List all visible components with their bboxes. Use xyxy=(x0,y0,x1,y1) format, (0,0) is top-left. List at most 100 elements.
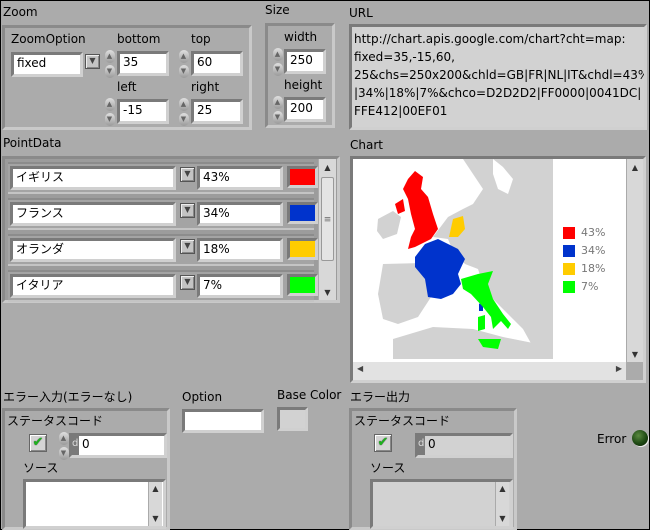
width-spinner[interactable]: ▲ ▼ xyxy=(272,48,283,76)
point-data-row: イギリス ▼ 43% xyxy=(8,162,318,194)
error-out-code-display: d 0 xyxy=(415,433,513,458)
increment-icon[interactable]: ▲ xyxy=(272,96,283,109)
scroll-corner xyxy=(626,362,643,380)
scroll-down-icon[interactable]: ▼ xyxy=(149,512,162,526)
increment-icon[interactable]: ▲ xyxy=(178,98,189,111)
top-input[interactable]: 60 xyxy=(191,51,243,76)
increment-icon[interactable]: ▲ xyxy=(58,432,69,445)
error-in-code-spinner[interactable]: ▲ ▼ xyxy=(58,432,69,460)
radix-prefix: d xyxy=(72,436,79,455)
increment-icon[interactable]: ▲ xyxy=(104,50,115,63)
legend-label: 34% xyxy=(581,244,606,257)
zoom-cluster-label: Zoom xyxy=(3,5,38,19)
point-data-label: PointData xyxy=(3,136,62,150)
left-spinner[interactable]: ▲ ▼ xyxy=(104,98,115,126)
right-input[interactable]: 25 xyxy=(191,99,243,124)
size-cluster-label: Size xyxy=(265,3,290,17)
option-input[interactable] xyxy=(182,409,264,433)
value-input[interactable]: 43% xyxy=(197,166,283,190)
error-out-status-indicator: ✔ xyxy=(374,434,392,452)
size-cluster: width ▲ ▼ 250 height ▲ ▼ 200 xyxy=(265,23,335,128)
point-data-scrollbar[interactable]: ▲ ≡ ▼ xyxy=(318,159,336,300)
base-color-picker[interactable] xyxy=(277,407,308,431)
decrement-icon[interactable]: ▼ xyxy=(58,447,69,460)
scroll-thumb[interactable]: ≡ xyxy=(321,177,334,261)
scroll-right-icon[interactable]: ▶ xyxy=(616,364,622,373)
error-in-source-textarea[interactable]: ▲ ▼ xyxy=(23,479,166,529)
checkmark-icon: ✔ xyxy=(32,435,44,450)
top-spinner[interactable]: ▲ ▼ xyxy=(178,50,189,78)
chart-display: 43% 34% 18% 7% ▲ ▼ ◀ ▶ xyxy=(350,156,646,383)
scroll-up-icon[interactable]: ▲ xyxy=(627,161,643,175)
scroll-down-icon[interactable]: ▼ xyxy=(319,286,336,300)
error-out-source-label: ソース xyxy=(370,461,406,475)
url-line: FFE412|00EF01 xyxy=(354,104,448,118)
error-led-indicator xyxy=(632,430,648,446)
error-in-status-checkbox[interactable]: ✔ xyxy=(29,434,47,452)
country-select[interactable]: フランス xyxy=(10,202,176,226)
error-in-label: エラー入力(エラーなし) xyxy=(3,390,133,404)
error-out-source-display: ▲ ▼ xyxy=(370,479,513,529)
error-led-label: Error xyxy=(597,432,627,446)
height-input[interactable]: 200 xyxy=(284,97,326,122)
height-spinner[interactable]: ▲ ▼ xyxy=(272,96,283,124)
map-land-ireland xyxy=(377,211,401,239)
country-select[interactable]: イギリス xyxy=(10,166,176,190)
increment-icon[interactable]: ▲ xyxy=(178,50,189,63)
color-swatch[interactable] xyxy=(287,202,318,224)
legend-label: 43% xyxy=(581,226,606,239)
increment-icon[interactable]: ▲ xyxy=(272,48,283,61)
legend-swatch xyxy=(563,281,575,293)
country-select[interactable]: イタリア xyxy=(10,274,176,298)
zoom-option-dropdown-button[interactable]: ▼ xyxy=(85,54,100,69)
increment-icon[interactable]: ▲ xyxy=(104,98,115,111)
scroll-up-icon[interactable]: ▲ xyxy=(149,482,162,496)
decrement-icon[interactable]: ▼ xyxy=(272,111,283,124)
decrement-icon[interactable]: ▼ xyxy=(178,113,189,126)
country-dropdown-button[interactable]: ▼ xyxy=(180,239,195,254)
left-input[interactable]: -15 xyxy=(117,99,169,124)
error-in-source-scrollbar[interactable]: ▲ ▼ xyxy=(148,482,162,526)
point-data-row: フランス ▼ 34% xyxy=(8,198,318,230)
width-input[interactable]: 250 xyxy=(284,49,326,74)
bottom-input[interactable]: 35 xyxy=(117,51,169,76)
chevron-down-icon: ▼ xyxy=(184,277,191,286)
value-input[interactable]: 7% xyxy=(197,274,283,298)
value-input[interactable]: 34% xyxy=(197,202,283,226)
bottom-spinner[interactable]: ▲ ▼ xyxy=(104,50,115,78)
point-data-row: イタリア ▼ 7% xyxy=(8,270,318,302)
base-color-label: Base Color xyxy=(277,388,342,402)
decrement-icon[interactable]: ▼ xyxy=(272,63,283,76)
map-region-gb xyxy=(395,171,438,249)
country-dropdown-button[interactable]: ▼ xyxy=(180,167,195,182)
right-spinner[interactable]: ▲ ▼ xyxy=(178,98,189,126)
country-dropdown-button[interactable]: ▼ xyxy=(180,203,195,218)
chart-hscrollbar[interactable]: ◀ ▶ xyxy=(353,362,626,380)
decrement-icon[interactable]: ▼ xyxy=(104,65,115,78)
value-input[interactable]: 18% xyxy=(197,238,283,262)
zoom-option-select[interactable]: fixed xyxy=(11,52,83,77)
chart-vscrollbar[interactable]: ▲ ▼ xyxy=(626,159,643,362)
error-in-status-label: ステータスコード xyxy=(7,414,104,428)
error-in-code-input[interactable]: d 0 xyxy=(69,433,167,458)
legend-label: 18% xyxy=(581,262,606,275)
right-label: right xyxy=(191,80,220,94)
left-label: left xyxy=(117,80,137,94)
color-swatch[interactable] xyxy=(287,166,318,188)
chevron-down-icon: ▼ xyxy=(184,169,191,178)
country-dropdown-button[interactable]: ▼ xyxy=(180,275,195,290)
front-panel: Zoom ZoomOption fixed ▼ bottom ▲ ▼ 35 top… xyxy=(1,1,649,530)
color-swatch[interactable] xyxy=(287,238,318,260)
chevron-down-icon: ▼ xyxy=(184,205,191,214)
error-out-source-scrollbar[interactable]: ▲ ▼ xyxy=(495,482,509,526)
scroll-up-icon[interactable]: ▲ xyxy=(496,482,509,496)
scroll-left-icon[interactable]: ◀ xyxy=(357,364,363,373)
error-in-code-value: 0 xyxy=(82,437,90,451)
scroll-down-icon[interactable]: ▼ xyxy=(496,512,509,526)
country-select[interactable]: オランダ xyxy=(10,238,176,262)
scroll-up-icon[interactable]: ▲ xyxy=(319,161,336,175)
color-swatch[interactable] xyxy=(287,274,318,296)
scroll-down-icon[interactable]: ▼ xyxy=(627,348,643,362)
decrement-icon[interactable]: ▼ xyxy=(178,65,189,78)
decrement-icon[interactable]: ▼ xyxy=(104,113,115,126)
